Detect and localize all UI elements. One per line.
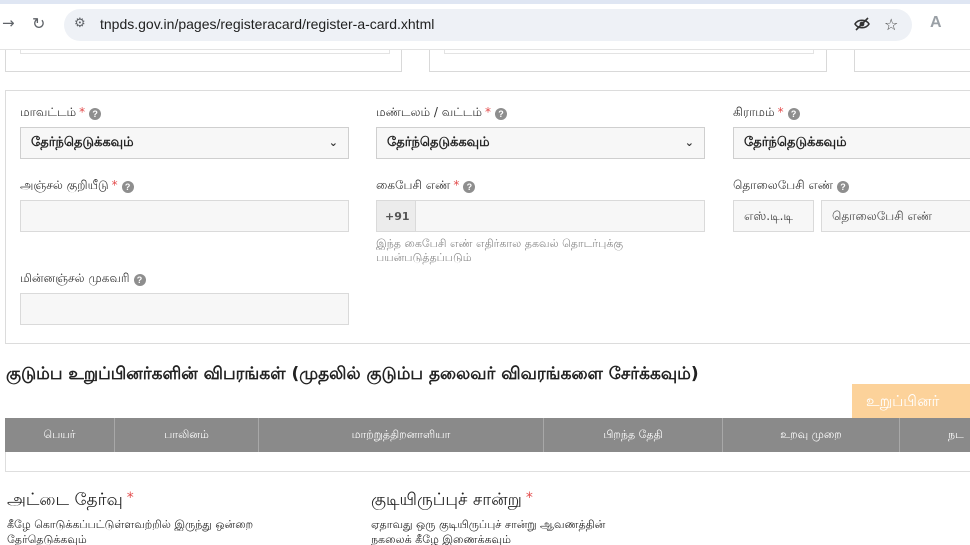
eye-off-icon[interactable] <box>853 15 871 37</box>
extension-icon[interactable]: A <box>930 14 942 32</box>
table-row <box>5 452 970 472</box>
members-table-header: பெயர் பாலினம் மாற்றுத்திறனாளியா பிறந்த த… <box>5 418 970 452</box>
help-icon[interactable]: ? <box>89 108 102 120</box>
residence-proof-description: ஏதாவது ஒரு குடியிருப்புச் சான்று ஆவணத்தி… <box>371 518 606 545</box>
landline-label: தொலைபேசி எண்? <box>733 178 850 194</box>
column-header[interactable]: பிறந்த தேதி <box>544 418 723 452</box>
help-icon[interactable]: ? <box>495 108 508 120</box>
previous-field <box>20 50 390 54</box>
help-icon[interactable]: ? <box>463 181 476 193</box>
reload-icon[interactable]: ↻ <box>32 14 45 33</box>
back-arrow-icon[interactable]: → <box>2 14 15 32</box>
previous-field <box>444 50 814 54</box>
mobile-input[interactable] <box>415 200 705 232</box>
tab-strip-edge <box>0 0 970 4</box>
chevron-down-icon: ⌄ <box>684 136 694 149</box>
column-header[interactable]: பாலினம் <box>115 418 259 452</box>
browser-toolbar: → ↻ ⚙ tnpds.gov.in/pages/registeracard/r… <box>0 0 970 50</box>
help-icon[interactable]: ? <box>787 108 800 120</box>
column-header[interactable]: உறவு முறை <box>723 418 900 452</box>
pincode-input[interactable] <box>20 200 349 232</box>
column-header[interactable]: பெயர் <box>5 418 115 452</box>
village-select[interactable]: தேர்ந்தெடுக்கவும் <box>733 127 970 159</box>
url-text: tnpds.gov.in/pages/registeracard/registe… <box>100 16 435 32</box>
taluk-select[interactable]: தேர்ந்தெடுக்கவும் ⌄ <box>376 127 705 159</box>
column-header[interactable]: மாற்றுத்திறனாளியா <box>259 418 544 452</box>
landline-input[interactable]: தொலைபேசி எண் <box>821 200 970 232</box>
help-icon[interactable]: ? <box>133 274 146 286</box>
help-icon[interactable]: ? <box>837 181 850 193</box>
email-input[interactable] <box>20 293 349 325</box>
district-label: மாவட்டம் *? <box>20 105 102 121</box>
email-label: மின்னஞ்சல் முகவரி? <box>20 271 146 287</box>
column-header[interactable]: நட <box>900 418 970 452</box>
add-member-button[interactable]: உறுப்பினர் <box>852 384 970 420</box>
country-code-prefix: +91 <box>376 200 416 232</box>
star-icon[interactable]: ☆ <box>884 15 898 34</box>
previous-section-box <box>854 50 970 72</box>
page-content: மாவட்டம் *? தேர்ந்தெடுக்கவும் ⌄ மண்டலம் / … <box>0 50 970 545</box>
help-icon[interactable]: ? <box>121 181 134 193</box>
card-choice-title: அட்டை தேர்வு * <box>7 490 134 510</box>
residence-proof-title: குடியிருப்புச் சான்று * <box>371 490 533 510</box>
site-settings-icon[interactable]: ⚙ <box>74 16 86 31</box>
members-section-title: குடும்ப உறுப்பினர்களின் விபரங்கள் (முதலி… <box>6 364 699 384</box>
card-choice-description: கீழே கொடுக்கப்பட்டுள்ளவற்றில் இருந்து ஒன… <box>7 518 254 545</box>
pincode-label: அஞ்சல் குறியீடு *? <box>20 178 134 194</box>
std-code-input[interactable]: எஸ்.டி.டி <box>733 200 814 232</box>
taluk-label: மண்டலம் / வட்டம் *? <box>376 105 508 121</box>
chevron-down-icon: ⌄ <box>328 136 338 149</box>
address-bar[interactable]: ⚙ tnpds.gov.in/pages/registeracard/regis… <box>64 9 912 41</box>
mobile-hint: இந்த கைபேசி எண் எதிர்கால தகவல் தொடர்புக்… <box>376 237 624 264</box>
mobile-label: கைபேசி எண் *? <box>376 178 476 194</box>
village-label: கிராமம் *? <box>733 105 800 121</box>
district-select[interactable]: தேர்ந்தெடுக்கவும் ⌄ <box>20 127 349 159</box>
